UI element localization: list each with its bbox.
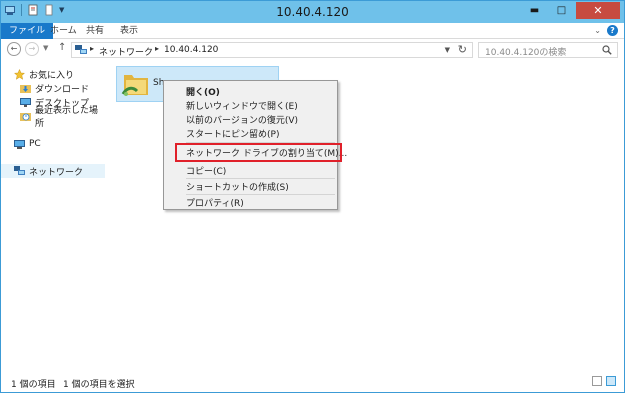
maximize-button[interactable]: □ xyxy=(549,2,574,19)
large-icons-view-icon[interactable] xyxy=(606,376,616,386)
details-view-icon[interactable] xyxy=(592,376,602,386)
search-placeholder: 10.40.4.120の検索 xyxy=(485,48,567,58)
recent-places-icon xyxy=(20,111,31,122)
sidebar-item-label: PC xyxy=(29,139,41,149)
sidebar-item-pc[interactable]: PC xyxy=(1,137,105,151)
search-icon[interactable] xyxy=(602,45,612,55)
menu-item-restore-previous-versions[interactable]: 以前のバージョンの復元(V) xyxy=(186,113,298,126)
explorer-app-icon[interactable] xyxy=(4,4,16,16)
search-input[interactable]: 10.40.4.120の検索 xyxy=(478,42,618,58)
network-icon xyxy=(75,45,87,55)
ribbon-controls: ⌄ ? xyxy=(594,25,618,36)
close-button[interactable]: ✕ xyxy=(576,2,620,19)
up-arrow-icon[interactable]: ↑ xyxy=(58,42,66,53)
sidebar-item-favorites[interactable]: お気に入り xyxy=(1,67,105,81)
item-count: 1 個の項目 xyxy=(11,380,56,390)
sidebar-item-network[interactable]: ネットワーク xyxy=(1,164,105,178)
recent-locations-chevron-icon[interactable]: ▼ xyxy=(43,44,48,52)
window-controls: ▬ □ ✕ xyxy=(522,2,620,19)
computer-icon xyxy=(14,139,25,150)
menu-separator xyxy=(186,194,335,195)
toolbar-separator xyxy=(21,4,22,16)
properties-icon[interactable] xyxy=(27,4,39,16)
network-icon xyxy=(14,165,25,177)
sidebar-item-downloads[interactable]: ダウンロード xyxy=(1,81,105,95)
new-folder-icon[interactable] xyxy=(43,4,55,16)
star-icon xyxy=(13,68,26,80)
sidebar-item-recent-places[interactable]: 最近表示した場所 xyxy=(1,106,105,129)
highlight-annotation xyxy=(175,143,342,162)
shared-folder-icon xyxy=(121,69,151,99)
address-bar[interactable]: ▸ ネットワーク ▸ 10.40.4.120 ▼ ↻ xyxy=(71,42,473,58)
expand-ribbon-chevron-icon[interactable]: ⌄ xyxy=(594,26,601,35)
download-folder-icon xyxy=(20,83,31,94)
ribbon-tabs: ファイル ホーム 共有 表示 ⌄ ? xyxy=(1,23,624,39)
tab-share[interactable]: 共有 xyxy=(79,23,111,39)
breadcrumb-separator-icon[interactable]: ▸ xyxy=(155,44,159,53)
view-toggle xyxy=(592,376,616,386)
menu-item-pin-to-start[interactable]: スタートにピン留め(P) xyxy=(186,127,279,140)
tab-view[interactable]: 表示 xyxy=(113,23,145,39)
menu-item-copy[interactable]: コピー(C) xyxy=(186,164,226,177)
menu-item-properties[interactable]: プロパティ(R) xyxy=(186,196,244,209)
status-bar: 1 個の項目 1 個の項目を選択 xyxy=(1,371,624,393)
breadcrumb-network[interactable]: ネットワーク xyxy=(99,45,153,58)
title-bar[interactable]: ▼ 10.40.4.120 ▬ □ ✕ xyxy=(1,1,624,23)
explorer-window: ▼ 10.40.4.120 ▬ □ ✕ ファイル ホーム 共有 表示 ⌄ ? ←… xyxy=(0,0,625,393)
breadcrumb-host[interactable]: 10.40.4.120 xyxy=(164,45,218,55)
sidebar-item-label: ネットワーク xyxy=(29,167,84,178)
refresh-icon[interactable]: ↻ xyxy=(458,43,467,56)
address-row: ← → ▼ ↑ ▸ ネットワーク ▸ 10.40.4.120 ▼ ↻ 10.40… xyxy=(1,39,624,61)
breadcrumb-separator-icon[interactable]: ▸ xyxy=(90,44,94,53)
sidebar-item-label: ダウンロード xyxy=(35,84,90,95)
selected-count: 1 個の項目を選択 xyxy=(63,380,135,390)
forward-button[interactable]: → xyxy=(25,42,39,56)
customize-toolbar-chevron-icon[interactable]: ▼ xyxy=(59,6,64,14)
menu-item-open-new-window[interactable]: 新しいウィンドウで開く(E) xyxy=(186,99,298,112)
desktop-icon xyxy=(20,97,31,108)
help-icon[interactable]: ? xyxy=(607,25,618,36)
navigation-pane: お気に入り ダウンロード デスクトップ 最近表示した場所 PC ネットワーク xyxy=(1,61,105,371)
menu-item-open[interactable]: 開く(O) xyxy=(186,85,220,98)
tab-home[interactable]: ホーム xyxy=(43,23,84,39)
menu-separator xyxy=(186,178,335,179)
minimize-button[interactable]: ▬ xyxy=(522,2,547,19)
address-history-chevron-icon[interactable]: ▼ xyxy=(445,46,450,54)
sidebar-item-label: お気に入り xyxy=(29,70,75,81)
menu-item-create-shortcut[interactable]: ショートカットの作成(S) xyxy=(186,180,289,193)
sidebar-item-label: 最近表示した場所 xyxy=(35,106,99,129)
quick-access-toolbar: ▼ xyxy=(4,4,64,16)
back-button[interactable]: ← xyxy=(7,42,21,56)
